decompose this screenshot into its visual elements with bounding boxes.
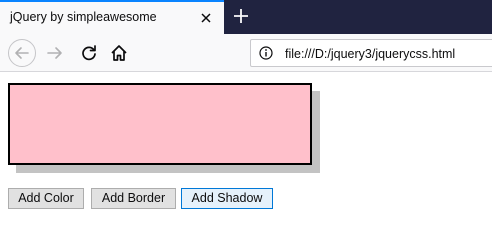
url-bar[interactable]: file:///D:/jquery3/jquerycss.html — [250, 39, 492, 67]
navigation-toolbar: file:///D:/jquery3/jquerycss.html — [0, 34, 492, 72]
tab-active[interactable]: jQuery by simpleawesome — [0, 0, 224, 34]
add-border-button[interactable]: Add Border — [91, 188, 176, 209]
info-icon[interactable] — [259, 46, 273, 60]
page-content: Add Color Add Border Add Shadow — [0, 73, 492, 224]
url-text: file:///D:/jquery3/jquerycss.html — [285, 47, 456, 61]
forward-arrow-icon[interactable] — [42, 40, 68, 66]
back-arrow-icon[interactable] — [8, 39, 36, 67]
reload-icon[interactable] — [76, 40, 102, 66]
tab-strip: jQuery by simpleawesome — [0, 0, 492, 34]
add-shadow-button[interactable]: Add Shadow — [181, 188, 273, 209]
styled-box — [8, 83, 312, 165]
close-icon[interactable] — [198, 10, 214, 26]
home-icon[interactable] — [106, 40, 132, 66]
plus-icon[interactable] — [232, 7, 250, 25]
tab-title: jQuery by simpleawesome — [10, 10, 157, 24]
add-color-button[interactable]: Add Color — [8, 188, 84, 209]
